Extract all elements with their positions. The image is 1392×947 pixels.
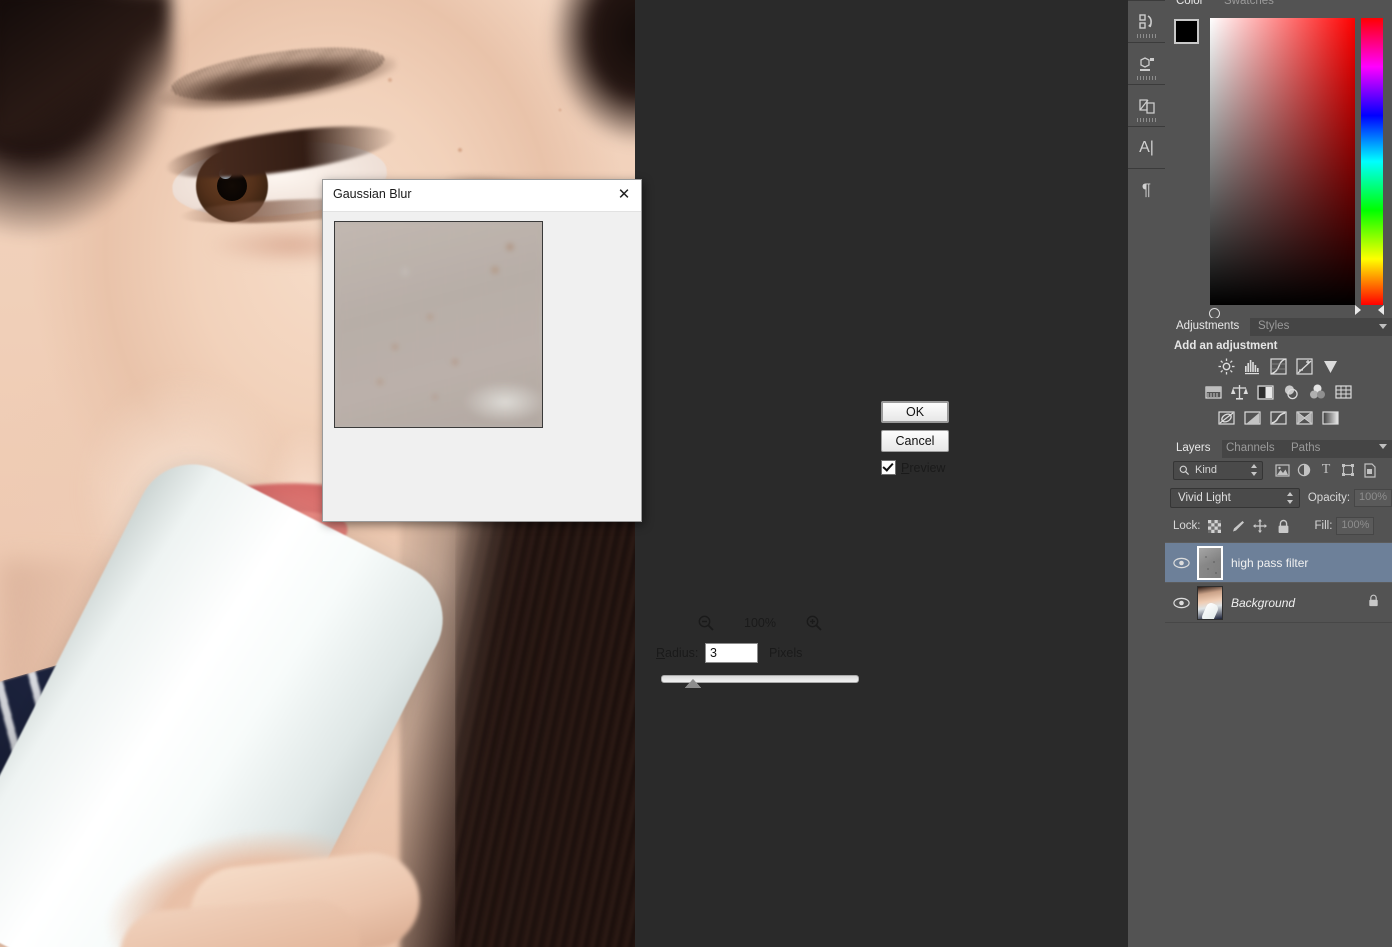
black-white-icon[interactable]	[1256, 382, 1276, 402]
lock-label: Lock:	[1173, 520, 1201, 532]
right-dock[interactable]: Color Swatches Adjustments Styles Add an…	[1165, 0, 1392, 947]
hue-marker-left	[1355, 305, 1361, 315]
adjustments-menu-icon[interactable]	[1379, 324, 1387, 329]
layer-locked-icon	[1368, 594, 1379, 612]
levels-icon[interactable]	[1243, 356, 1263, 376]
tab-layers[interactable]: Layers	[1165, 440, 1222, 458]
hue-saturation-icon[interactable]	[1204, 382, 1224, 402]
lock-transparency-icon[interactable]	[1205, 517, 1224, 535]
brightness-contrast-icon[interactable]	[1217, 356, 1237, 376]
invert-icon[interactable]	[1217, 408, 1237, 428]
hue-marker-right	[1378, 305, 1384, 315]
photo-hair-strands	[455, 520, 635, 947]
filter-smart-object-icon[interactable]	[1360, 461, 1380, 479]
color-balance-icon[interactable]	[1230, 382, 1250, 402]
color-lookup-icon[interactable]	[1334, 382, 1354, 402]
dialog-title: Gaussian Blur	[333, 187, 412, 201]
character-icon[interactable]: A|	[1128, 126, 1165, 170]
search-icon	[1179, 465, 1190, 476]
lock-image-icon[interactable]	[1228, 517, 1247, 535]
kind-chevron-icon[interactable]	[1251, 464, 1258, 476]
layer-name[interactable]: Background	[1231, 596, 1295, 610]
blur-preview-box[interactable]	[334, 221, 543, 428]
blend-mode-value: Vivid Light	[1178, 492, 1231, 504]
filter-adjustment-icon[interactable]	[1294, 461, 1314, 479]
layers-panel[interactable]: Layers Channels Paths Kind T Vivid Light…	[1165, 440, 1392, 947]
strip-grip-3	[1137, 118, 1156, 122]
blur-preview-texture	[335, 222, 542, 427]
filter-shape-icon[interactable]	[1338, 461, 1358, 479]
dialog-title-bar[interactable]: Gaussian Blur ✕	[323, 180, 641, 212]
layer-thumbnail[interactable]	[1197, 546, 1223, 580]
channel-mixer-icon[interactable]	[1308, 382, 1328, 402]
color-panel[interactable]: Color Swatches	[1165, 0, 1392, 317]
zoom-level-label: 100%	[728, 616, 792, 630]
photo-hair-top-right	[545, 0, 635, 150]
tab-styles[interactable]: Styles	[1247, 318, 1300, 336]
filter-pixel-icon[interactable]	[1272, 461, 1292, 479]
fill-label: Fill:	[1315, 520, 1333, 532]
filter-type-icon[interactable]: T	[1316, 461, 1336, 479]
preview-checkbox[interactable]	[881, 460, 896, 475]
close-icon[interactable]: ✕	[611, 183, 637, 207]
radius-units-label: Pixels	[769, 646, 802, 660]
opacity-value[interactable]: 100%	[1354, 489, 1392, 507]
lock-row[interactable]: Lock: Fill: 100%	[1165, 515, 1392, 537]
layer-visibility-icon[interactable]	[1165, 557, 1197, 569]
tab-adjustments[interactable]: Adjustments	[1165, 318, 1250, 336]
gaussian-blur-dialog[interactable]: Gaussian Blur ✕ 100% Radius: Pixels OK C…	[322, 179, 642, 522]
layer-thumbnail[interactable]	[1197, 586, 1223, 620]
gradient-map-icon[interactable]	[1321, 408, 1341, 428]
foreground-color-swatch[interactable]	[1174, 19, 1199, 44]
layer-kind-label: Kind	[1195, 464, 1217, 476]
posterize-icon[interactable]	[1243, 408, 1263, 428]
layer-visibility-icon[interactable]	[1165, 597, 1197, 609]
layer-row[interactable]: Background	[1165, 582, 1392, 623]
layers-menu-icon[interactable]	[1379, 444, 1387, 449]
threshold-icon[interactable]	[1269, 408, 1289, 428]
color-panel-body[interactable]	[1165, 8, 1392, 313]
adjustments-panel[interactable]: Adjustments Styles Add an adjustment	[1165, 318, 1392, 440]
cancel-button[interactable]: Cancel	[881, 430, 949, 452]
radius-slider-thumb[interactable]	[685, 679, 701, 688]
preview-label: Preview	[901, 461, 945, 475]
tab-paths[interactable]: Paths	[1280, 440, 1331, 458]
fill-value[interactable]: 100%	[1336, 517, 1374, 535]
selective-color-icon[interactable]	[1295, 408, 1315, 428]
collapsed-panel-strip[interactable]: A| ¶	[1128, 0, 1165, 947]
adjustment-icon-grid[interactable]	[1165, 356, 1392, 434]
blend-mode-select[interactable]: Vivid Light	[1170, 488, 1300, 508]
strip-grip-2	[1137, 76, 1156, 80]
ok-button[interactable]: OK	[881, 401, 949, 423]
layer-row[interactable]: high pass filter	[1165, 542, 1392, 583]
zoom-out-icon[interactable]	[696, 613, 716, 633]
opacity-label: Opacity:	[1308, 492, 1350, 504]
adjustments-panel-tabs[interactable]: Adjustments Styles	[1165, 318, 1392, 336]
color-hue-bar[interactable]	[1361, 18, 1383, 305]
tab-channels[interactable]: Channels	[1215, 440, 1286, 458]
curves-icon[interactable]	[1269, 356, 1289, 376]
adjustments-heading: Add an adjustment	[1174, 340, 1278, 352]
adjustment-row-1	[1165, 356, 1392, 376]
radius-input[interactable]	[705, 643, 758, 663]
radius-label: Radius:	[656, 646, 698, 660]
color-sv-field[interactable]	[1210, 18, 1355, 305]
preview-checkbox-row[interactable]: Preview	[881, 460, 945, 475]
layer-name[interactable]: high pass filter	[1231, 556, 1308, 570]
layer-filter-row[interactable]: Kind T	[1165, 459, 1392, 481]
adjustment-row-2	[1165, 382, 1392, 402]
layer-kind-select[interactable]: Kind	[1173, 461, 1263, 480]
layers-panel-tabs[interactable]: Layers Channels Paths	[1165, 440, 1392, 458]
exposure-icon[interactable]	[1295, 356, 1315, 376]
lock-position-icon[interactable]	[1251, 517, 1270, 535]
zoom-in-icon[interactable]	[804, 613, 824, 633]
lock-all-icon[interactable]	[1274, 517, 1293, 535]
blend-mode-chevron-icon[interactable]	[1287, 492, 1294, 504]
photo-filter-icon[interactable]	[1282, 382, 1302, 402]
blend-mode-row[interactable]: Vivid Light Opacity: 100%	[1165, 487, 1392, 509]
adjustment-row-3	[1165, 408, 1392, 428]
paragraph-icon[interactable]: ¶	[1128, 168, 1165, 211]
strip-grip-1	[1137, 34, 1156, 38]
vibrance-icon[interactable]	[1321, 356, 1341, 376]
